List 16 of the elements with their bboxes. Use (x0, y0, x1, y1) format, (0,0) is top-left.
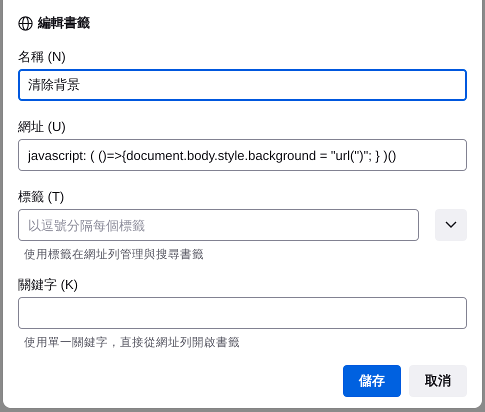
tags-field[interactable]: 以逗號分隔每個標籤 (18, 209, 419, 241)
chevron-down-icon (445, 221, 457, 229)
dialog-title: 編輯書籤 (38, 14, 90, 32)
cancel-button[interactable]: 取消 (409, 365, 467, 397)
input-field[interactable] (18, 297, 467, 329)
hint-text: 使用標籤在網址列管理與搜尋書籤 (24, 248, 204, 263)
save-button[interactable]: 儲存 (343, 365, 401, 397)
field-label: 標籤 (T) (18, 189, 64, 205)
input-field[interactable]: 清除背景 (18, 69, 467, 101)
input-field[interactable]: javascript: ( ()=>{document.body.style.background = "url('')"; } )() (18, 139, 467, 171)
field-label: 名稱 (N) (18, 49, 66, 65)
field-label: 網址 (U) (18, 119, 66, 135)
field-label: 關鍵字 (K) (18, 277, 78, 293)
globe-icon (18, 16, 33, 30)
dropdown-button[interactable] (435, 209, 467, 241)
hint-text: 使用單一關鍵字，直接從網址列開啟書籤 (24, 335, 240, 351)
